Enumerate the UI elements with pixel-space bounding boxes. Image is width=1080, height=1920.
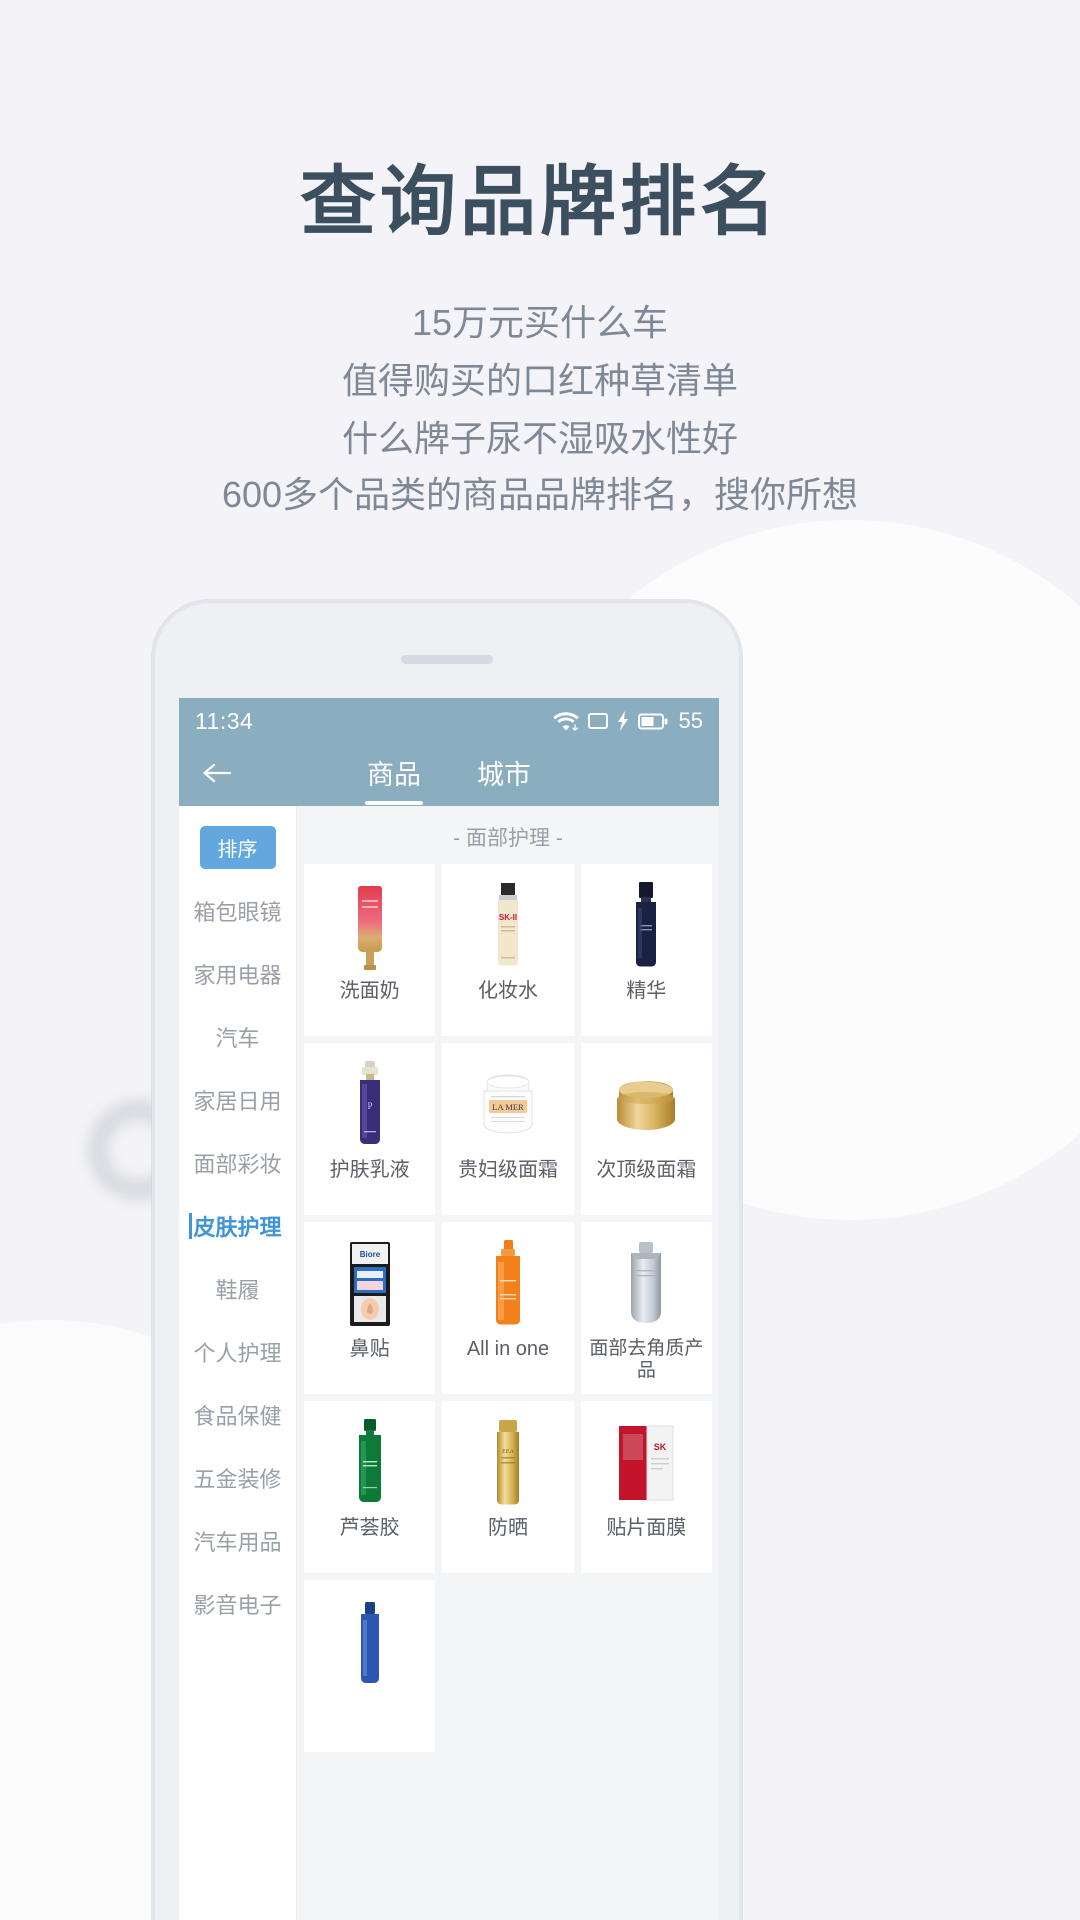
dark-blue-serum-bottle-icon — [628, 878, 664, 974]
product-label: 贴片面膜 — [606, 1517, 687, 1539]
sidebar-item-bags-glasses[interactable]: 箱包眼镜 — [179, 879, 296, 942]
skii-toner-bottle-icon: SK-II — [489, 878, 527, 974]
product-label: 贵妇级面霜 — [457, 1159, 558, 1181]
product-label: 化妆水 — [477, 980, 538, 1002]
orange-pump-bottle-icon — [488, 1236, 528, 1332]
product-cell[interactable]: SK 贴片面膜 — [580, 1401, 712, 1573]
tab-products[interactable]: 商品 — [367, 753, 421, 798]
sidebar-item-home-appliances[interactable]: 家用电器 — [179, 942, 296, 1005]
silver-scrub-tube-icon — [617, 1236, 675, 1332]
product-cell[interactable]: Biore 鼻贴 — [304, 1222, 436, 1394]
product-cell[interactable]: All in one — [442, 1222, 574, 1394]
hero-subtitle-2: 值得购买的口红种草清单 — [341, 360, 738, 401]
product-label: All in one — [466, 1338, 550, 1360]
phone-speaker — [401, 655, 493, 664]
product-grid: 洗面奶 SK-II 化妆水 精华 P 护肤乳液 LA MER 贵妇级面霜 次顶级… — [297, 864, 719, 1752]
back-arrow-icon — [201, 761, 233, 790]
svg-text:LA MER: LA MER — [492, 1102, 524, 1112]
purple-lotion-pump-bottle-icon: P — [351, 1057, 389, 1153]
sidebar-item-footwear[interactable]: 鞋履 — [179, 1257, 296, 1320]
tab-city[interactable]: 城市 — [477, 753, 531, 798]
product-label: 洗面奶 — [339, 980, 400, 1002]
sort-button[interactable]: 排序 — [199, 826, 276, 869]
product-cell[interactable]: 洗面奶 — [304, 864, 436, 1036]
svg-text:Biore: Biore — [359, 1250, 380, 1259]
sidebar-item-food-health[interactable]: 食品保健 — [179, 1383, 296, 1446]
sidebar-item-face-makeup[interactable]: 面部彩妆 — [179, 1131, 296, 1194]
status-icon-group: 55 — [552, 708, 703, 734]
svg-text:P: P — [367, 1101, 372, 1111]
product-cell[interactable]: P 护肤乳液 — [304, 1043, 436, 1215]
status-bar: 11:34 55 — [179, 698, 719, 744]
svg-text:SK: SK — [654, 1442, 667, 1452]
sidebar-item-skin-care[interactable]: 皮肤护理 — [179, 1194, 296, 1257]
sidebar-item-hardware-renovation[interactable]: 五金装修 — [179, 1446, 296, 1509]
product-label: 防晒 — [487, 1517, 528, 1539]
battery-percent-label: 55 — [678, 708, 703, 733]
product-label: 次顶级面霜 — [596, 1159, 697, 1181]
tab-group: 商品 城市 — [367, 753, 531, 798]
hero-subtitle-4: 600多个品类的商品品牌排名，搜你所想 — [221, 474, 859, 515]
product-cell[interactable]: SK-II 化妆水 — [442, 864, 574, 1036]
phone-screen: 11:34 55 商品 城市 排序 箱包眼镜 家用电器 汽车 家居日用 面部彩妆… — [179, 698, 719, 1920]
sidebar-item-household[interactable]: 家居日用 — [179, 1068, 296, 1131]
red-sheet-mask-box-icon: SK — [615, 1415, 677, 1511]
page-title: 查询品牌排名 — [300, 160, 780, 245]
product-cell[interactable]: 芦荟胶 — [304, 1401, 436, 1573]
product-cell[interactable]: 精华 — [580, 864, 712, 1036]
app-body: 排序 箱包眼镜 家用电器 汽车 家居日用 面部彩妆 皮肤护理 鞋履 个人护理 食… — [179, 806, 719, 1920]
app-top-bar: 商品 城市 — [179, 744, 719, 806]
promo-page: 查询品牌排名 15万元买什么车 值得购买的口红种草清单 什么牌子尿不湿吸水性好 … — [0, 0, 1080, 1920]
section-title: - 面部护理 - — [453, 827, 563, 850]
svg-text:SK-II: SK-II — [499, 913, 517, 922]
product-label: 精华 — [626, 980, 667, 1002]
wifi-icon — [552, 711, 579, 731]
sidebar-item-personal-care[interactable]: 个人护理 — [179, 1320, 296, 1383]
biore-nose-strip-box-icon: Biore — [344, 1236, 396, 1332]
blue-bottle-partial-icon — [353, 1594, 387, 1690]
svg-text:EEA: EEA — [502, 1449, 514, 1455]
back-button[interactable] — [179, 761, 255, 790]
product-cell[interactable]: LA MER 贵妇级面霜 — [442, 1043, 574, 1215]
status-time: 11:34 — [195, 707, 254, 734]
hero-subtitle-1: 15万元买什么车 — [411, 302, 669, 343]
product-cell[interactable]: 面部去角质产品 — [580, 1222, 712, 1394]
product-cell[interactable] — [304, 1580, 436, 1752]
gold-cream-jar-icon — [607, 1057, 685, 1153]
phone-mockup: 11:34 55 商品 城市 排序 箱包眼镜 家用电器 汽车 家居日用 面部彩妆… — [152, 600, 742, 1920]
sort-button-wrap: 排序 — [179, 818, 296, 879]
product-grid-pane[interactable]: - 面部护理 - 洗面奶 SK-II 化妆水 精华 P 护肤乳液 LA MER … — [297, 806, 719, 1920]
product-label: 鼻贴 — [349, 1338, 390, 1360]
product-label: 芦荟胶 — [339, 1517, 400, 1539]
gold-sunscreen-bottle-icon: EEA — [487, 1415, 529, 1511]
product-cell[interactable]: EEA 防晒 — [442, 1401, 574, 1573]
product-label: 面部去角质产品 — [589, 1338, 704, 1382]
sidebar-item-av-electronics[interactable]: 影音电子 — [179, 1572, 296, 1635]
green-aloe-gel-tube-icon — [350, 1415, 390, 1511]
pink-gold-tube-icon — [349, 878, 391, 974]
sidebar-item-auto-accessories[interactable]: 汽车用品 — [179, 1509, 296, 1572]
lamer-white-cream-jar-icon: LA MER — [471, 1057, 545, 1153]
sidebar-item-cars[interactable]: 汽车 — [179, 1005, 296, 1068]
category-sidebar[interactable]: 排序 箱包眼镜 家用电器 汽车 家居日用 面部彩妆 皮肤护理 鞋履 个人护理 食… — [179, 806, 297, 1920]
battery-icon — [637, 713, 668, 730]
hero-subtitle-3: 什么牌子尿不湿吸水性好 — [341, 418, 738, 459]
charging-bolt-icon — [617, 711, 629, 731]
sim-icon — [587, 712, 608, 730]
product-cell[interactable]: 次顶级面霜 — [580, 1043, 712, 1215]
product-label: 护肤乳液 — [329, 1159, 410, 1181]
